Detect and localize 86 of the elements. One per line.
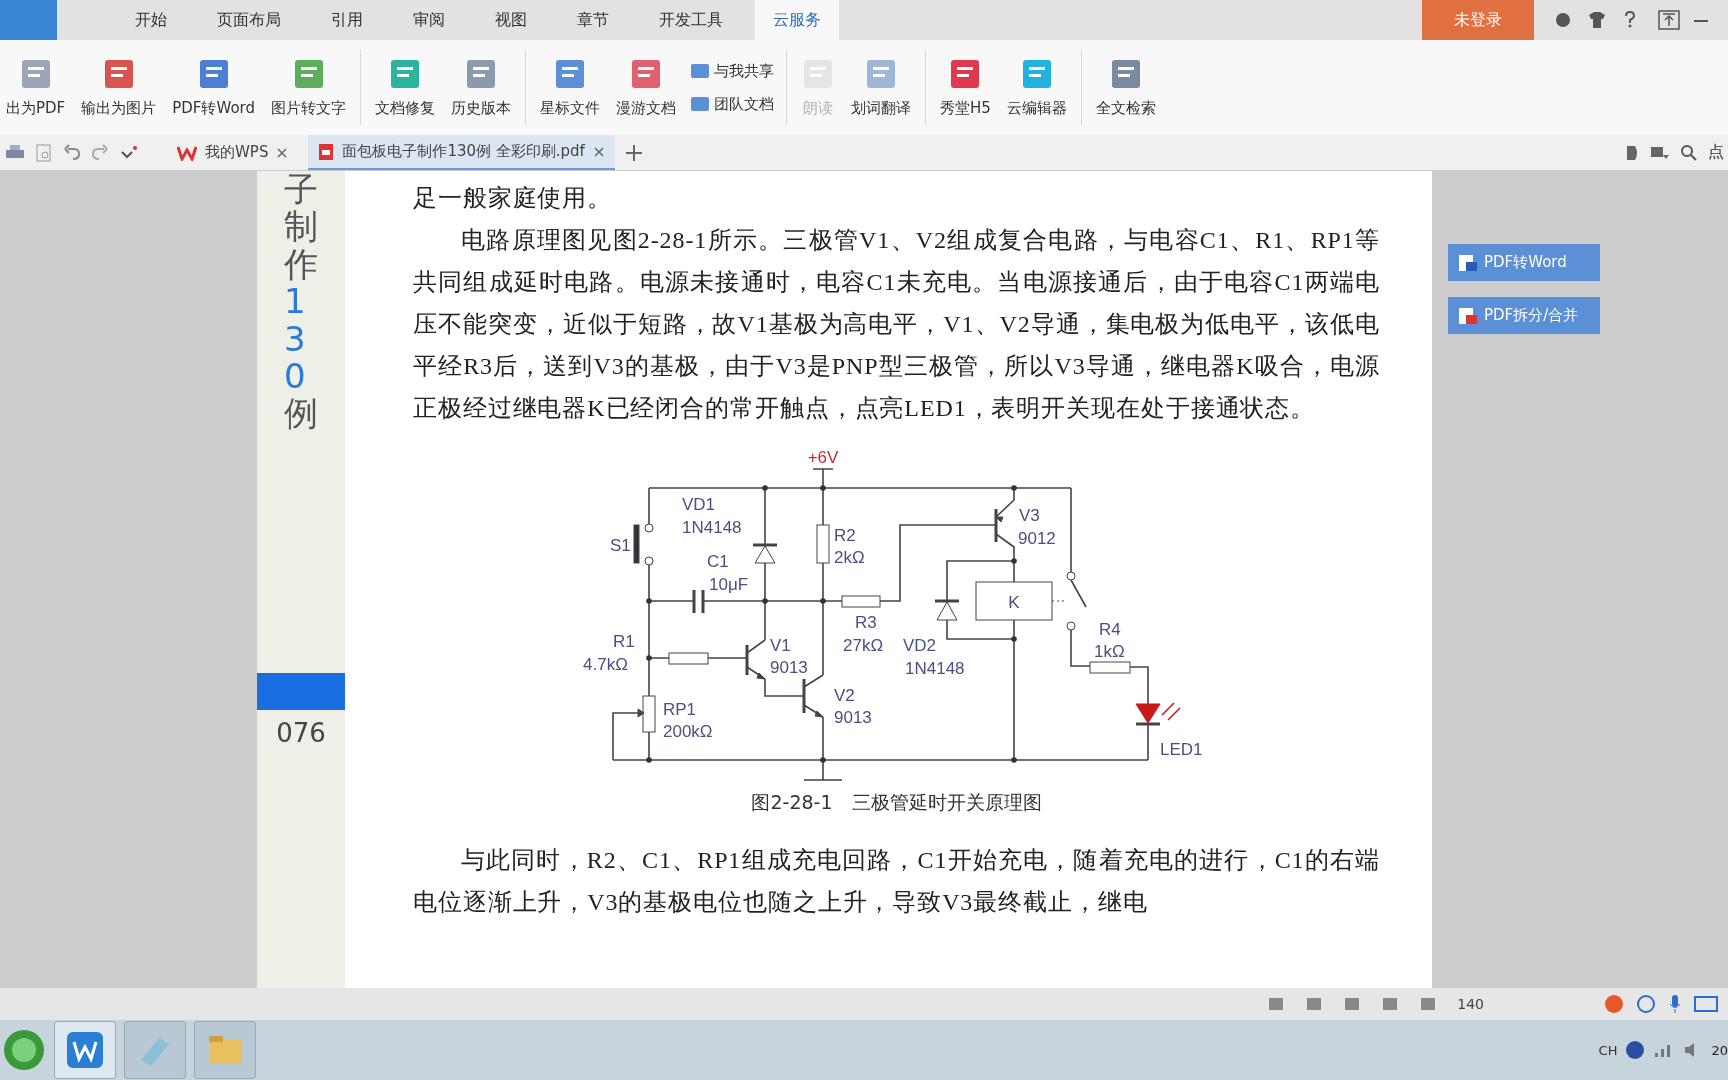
toolbar-button[interactable]: 输出为图片 <box>75 53 163 122</box>
document-tab[interactable]: 我的WPS <box>167 135 299 170</box>
component-label: 9013 <box>770 657 808 677</box>
component-label: C1 <box>707 551 729 571</box>
toolbar-button[interactable]: 漫游文档 <box>610 53 682 122</box>
document-tab[interactable]: 面包板电子制作130例 全彩印刷.pdf <box>308 135 615 170</box>
search-label[interactable]: 点 <box>1708 142 1724 163</box>
component-label: LED1 <box>1160 739 1203 759</box>
view-mode-icon[interactable] <box>1381 996 1400 1012</box>
input-language[interactable]: CH <box>1598 1042 1618 1058</box>
toolbar-button[interactable]: 出为PDF <box>0 53 72 122</box>
view-mode-icon[interactable] <box>1305 996 1324 1012</box>
toolbar-button[interactable]: 图片转文字 <box>265 53 352 122</box>
toolbar-button[interactable]: 划词翻译 <box>845 53 917 122</box>
shirt-icon[interactable] <box>1586 11 1608 29</box>
component-label: R3 <box>855 612 877 632</box>
clock: 20 <box>1711 1042 1728 1058</box>
menu-tab[interactable]: 引用 <box>313 0 381 40</box>
component-label: V3 <box>1019 505 1040 525</box>
body-paragraph: 电路原理图见图2-28-1所示。三极管V1、V2组成复合电路，与电容C1、R1、RP1等共同组成延时电路。电源未接通时，电容C1未充电。当电源接通后，由于电容C1两端电压不能突变，近似于短路，故V1基极为高电平，V1、V2导通，集电极为低电平，该低电平经R3后，送到V3的基极，由于V3是PNP型三极管，所以V3导通，继电器K吸合，电源正极经过继电器K已经闭合的常开触点，点亮LED1，表明开关现在处于接通状态。 <box>413 226 1380 423</box>
component-label: RP1 <box>663 699 697 719</box>
figure-caption: 图2-28-1 三极管延时开关原理图 <box>750 790 1043 815</box>
file-icon <box>1458 306 1478 325</box>
component-label: 27kΩ <box>843 635 884 655</box>
close-icon[interactable] <box>592 145 605 158</box>
w-logo-icon <box>177 144 197 161</box>
body-paragraph: 与此同时，R2、C1、RP1组成充电回路，C1开始充电，随着充电的进行，C1的右端电位逐渐上升，V3的基极电位也随之上升，导致V3最终截止，继电 <box>413 846 1380 917</box>
toolbar-button[interactable]: 团队文档 <box>686 92 778 116</box>
preview-icon[interactable] <box>35 143 53 162</box>
component-label: R1 <box>613 631 635 651</box>
component-label: VD1 <box>682 494 716 514</box>
toolbar-button[interactable]: 云编辑器 <box>1000 53 1073 122</box>
component-label: V2 <box>834 685 855 705</box>
component-label: K <box>1008 592 1020 612</box>
menu-tab[interactable]: 页面布局 <box>199 0 299 40</box>
menu-tab[interactable]: 开始 <box>117 0 185 40</box>
component-label: 1N4148 <box>905 658 965 678</box>
toolbar-button[interactable]: 秀堂H5 <box>934 53 997 122</box>
file-icon <box>1458 253 1478 272</box>
component-label: 10μF <box>709 574 749 594</box>
component-label: 1kΩ <box>1094 641 1125 661</box>
close-icon[interactable] <box>276 146 289 159</box>
team-icon <box>690 95 710 113</box>
menu-tab[interactable]: 云服务 <box>755 0 839 40</box>
toolbar-button[interactable]: 文档修复 <box>369 53 441 122</box>
page-number: 076 <box>276 717 326 748</box>
view-mode-icon[interactable] <box>1419 996 1438 1012</box>
toolbar-button[interactable]: 与我共享 <box>686 59 778 83</box>
toolbar-button[interactable]: 星标文件 <box>534 53 606 122</box>
toolbar-button[interactable]: PDF转Word <box>166 53 261 122</box>
restore-icon[interactable] <box>1658 10 1680 30</box>
component-label: 9012 <box>1018 528 1056 548</box>
component-label: 1N4148 <box>682 517 742 537</box>
component-label: R2 <box>834 525 856 545</box>
view-mode-icon[interactable] <box>1267 996 1286 1012</box>
component-label: 2kΩ <box>834 547 865 567</box>
menu-tab[interactable]: 开发工具 <box>641 0 741 40</box>
view-mode-icon[interactable] <box>1343 996 1362 1012</box>
book-title-text: 130 <box>284 283 307 396</box>
toolbar-button[interactable]: 历史版本 <box>445 53 517 122</box>
component-label: V1 <box>770 635 791 655</box>
share-icon <box>690 62 710 80</box>
book-title-text: 子制作 <box>284 171 318 284</box>
component-label: VD2 <box>903 635 937 655</box>
component-label: 4.7kΩ <box>583 654 628 674</box>
new-tab-icon[interactable] <box>624 143 643 162</box>
redo-icon[interactable] <box>91 143 109 162</box>
undo-icon[interactable] <box>63 143 81 162</box>
component-label: 9013 <box>834 707 872 727</box>
menu-tab[interactable]: 审阅 <box>395 0 463 40</box>
body-paragraph: 足一般家庭使用。 <box>413 184 614 213</box>
zoom-level[interactable]: 140 <box>1457 996 1484 1012</box>
start-button-icon[interactable] <box>2 1028 46 1072</box>
component-label: 200kΩ <box>663 721 713 741</box>
pdf-file-icon <box>318 142 335 161</box>
book-title-text: 例 <box>284 395 318 433</box>
toolbar-button[interactable]: 全文检索 <box>1089 53 1162 122</box>
component-label: S1 <box>610 535 631 555</box>
keyboard-icon[interactable] <box>1694 995 1718 1013</box>
taskbar-app[interactable] <box>54 1021 116 1079</box>
search-icon[interactable] <box>1680 143 1698 162</box>
component-label: +6V <box>807 447 839 467</box>
menu-tab[interactable]: 视图 <box>477 0 545 40</box>
wps-writer-icon <box>65 1030 105 1070</box>
menu-tab[interactable]: 章节 <box>559 0 627 40</box>
component-label: R4 <box>1099 619 1121 639</box>
